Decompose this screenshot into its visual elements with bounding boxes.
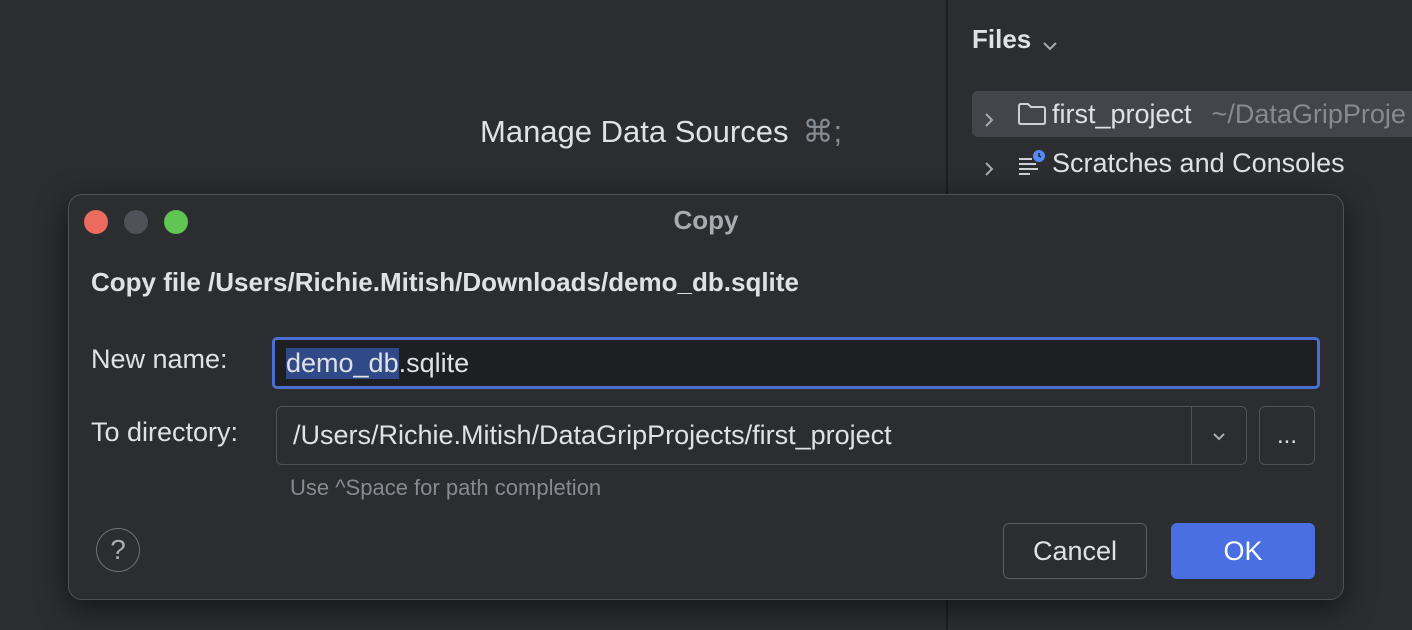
dialog-title: Copy	[69, 205, 1343, 236]
directory-dropdown-button[interactable]	[1191, 407, 1246, 464]
to-directory-value[interactable]: /Users/Richie.Mitish/DataGripProjects/fi…	[277, 420, 1191, 451]
help-button[interactable]: ?	[96, 528, 140, 572]
tree-item-label: first_project	[1052, 99, 1192, 130]
manage-data-sources-hint[interactable]: Manage Data Sources ⌘;	[480, 114, 842, 150]
chevron-down-icon	[1210, 427, 1228, 445]
cancel-button[interactable]: Cancel	[1003, 523, 1147, 579]
to-directory-combobox[interactable]: /Users/Richie.Mitish/DataGripProjects/fi…	[276, 406, 1247, 465]
new-name-selected-text: demo_db	[286, 348, 399, 379]
manage-data-sources-shortcut: ⌘;	[802, 114, 842, 149]
folder-icon	[1016, 100, 1048, 128]
files-view-title: Files	[972, 24, 1031, 55]
ok-button[interactable]: OK	[1171, 523, 1315, 579]
chevron-down-icon	[1041, 31, 1059, 49]
chevron-right-icon[interactable]	[980, 154, 998, 172]
chevron-right-icon[interactable]	[980, 105, 998, 123]
path-completion-hint: Use ^Space for path completion	[290, 475, 601, 501]
new-name-input[interactable]: demo_db.sqlite	[272, 337, 1320, 389]
tree-item-scratches[interactable]: Scratches and Consoles	[972, 140, 1345, 186]
tree-item-label: Scratches and Consoles	[1052, 148, 1345, 179]
tree-item-first-project[interactable]: first_project ~/DataGripProje	[972, 91, 1412, 137]
copy-file-description: Copy file /Users/Richie.Mitish/Downloads…	[91, 267, 799, 298]
new-name-label: New name:	[91, 344, 228, 375]
copy-dialog: Copy Copy file /Users/Richie.Mitish/Down…	[68, 194, 1344, 600]
scratches-icon	[1016, 149, 1048, 177]
tree-item-path-hint: ~/DataGripProje	[1212, 99, 1406, 130]
manage-data-sources-label: Manage Data Sources	[480, 114, 788, 149]
files-view-selector[interactable]: Files	[972, 24, 1059, 55]
to-directory-label: To directory:	[91, 417, 238, 448]
browse-directory-button[interactable]: ...	[1259, 406, 1315, 465]
new-name-extension: .sqlite	[399, 348, 470, 379]
